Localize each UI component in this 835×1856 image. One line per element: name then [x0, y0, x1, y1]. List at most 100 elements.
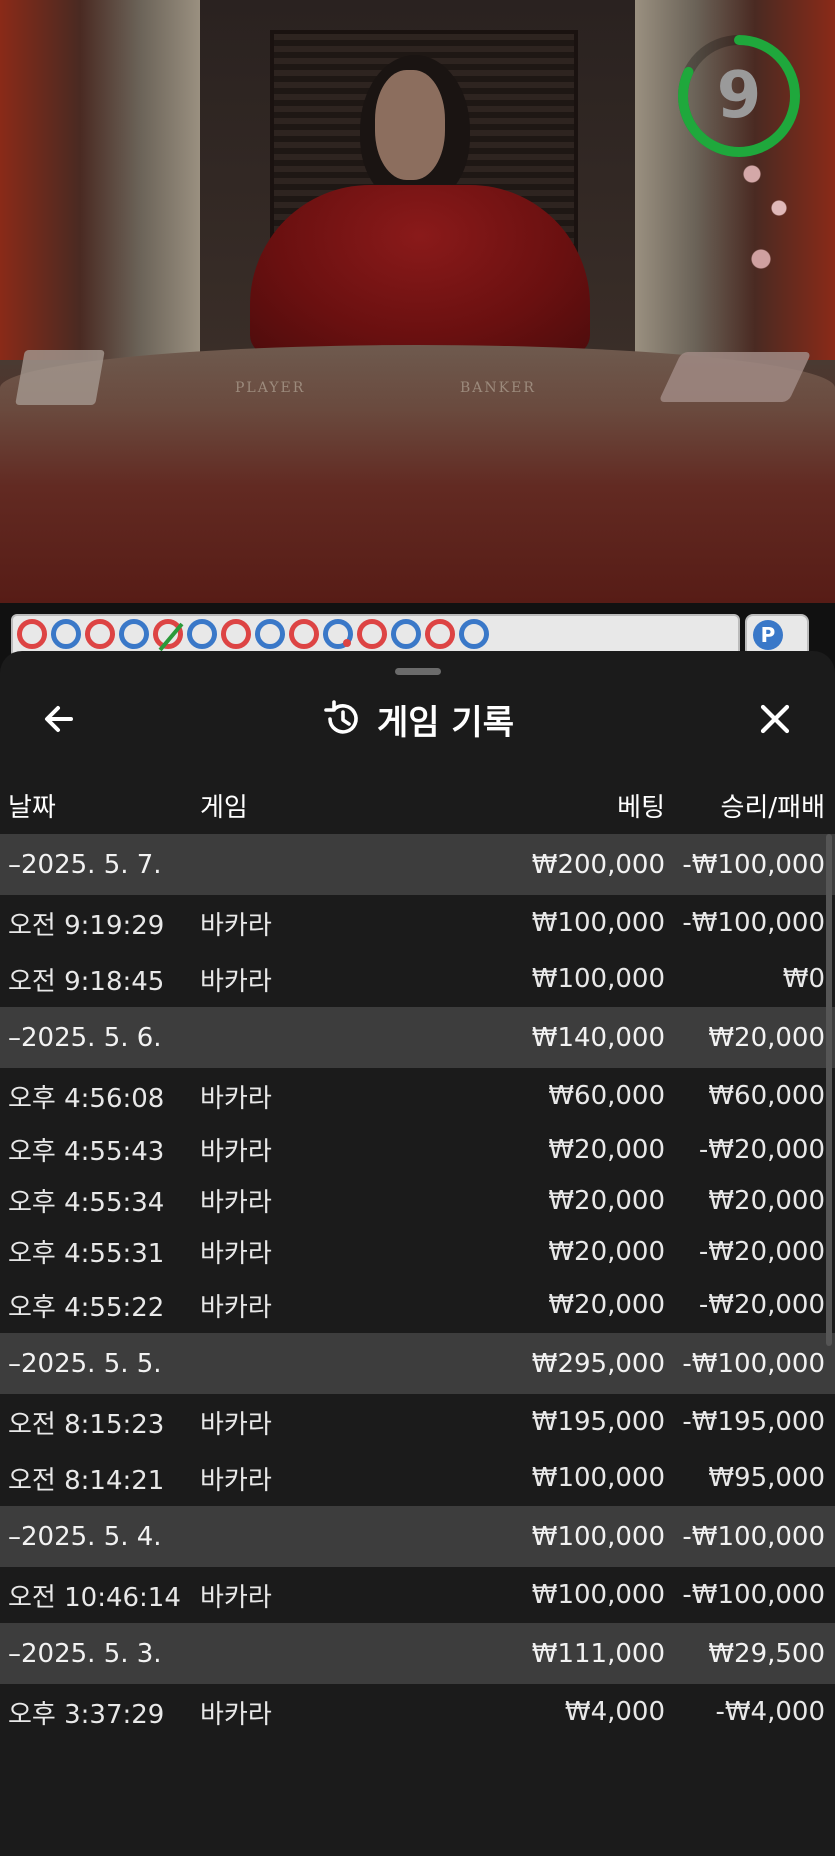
game-name: 바카라: [200, 1188, 272, 1218]
game-bet: ₩4,000: [564, 1697, 665, 1727]
dealer-face: [375, 70, 445, 180]
game-row[interactable]: 오전 8:14:21 바카라 ₩100,000 ₩95,000: [0, 1450, 835, 1506]
game-name: 바카라: [200, 1465, 272, 1496]
game-row[interactable]: 오후 4:55:22 바카라 ₩20,000 -₩20,000: [0, 1277, 835, 1333]
banker-bead: [255, 619, 285, 649]
game-win-loss: -₩100,000: [682, 908, 825, 938]
group-win-loss-total: -₩100,000: [682, 849, 825, 880]
game-name: 바카라: [200, 1083, 272, 1114]
live-video: PLAYER BANKER 9: [0, 0, 835, 603]
group-bet-total: ₩200,000: [531, 849, 665, 880]
game-win-loss: -₩195,000: [682, 1407, 825, 1437]
game-win-loss: -₩20,000: [698, 1290, 825, 1320]
group-bet-total: ₩295,000: [531, 1348, 665, 1379]
roadmap-icon: P: [753, 620, 783, 650]
game-row[interactable]: 오후 4:55:43 바카라 ₩20,000 -₩20,000: [0, 1124, 835, 1175]
scrollbar[interactable]: [826, 834, 832, 1346]
game-bet: ₩100,000: [531, 908, 665, 938]
close-button[interactable]: [752, 696, 798, 742]
group-win-loss-total: ₩20,000: [708, 1022, 825, 1053]
timer-value: 9: [716, 59, 762, 133]
dealer: [250, 185, 590, 355]
discard-tray: [658, 352, 812, 402]
studio-wall-left: [0, 0, 200, 360]
game-row[interactable]: 오후 4:55:31 바카라 ₩20,000 -₩20,000: [0, 1226, 835, 1277]
date-group-row[interactable]: –2025. 5. 3. ₩111,000 ₩29,500: [0, 1623, 835, 1684]
countdown-timer: 9: [675, 32, 803, 160]
game-time: 오전 9:18:45: [8, 966, 165, 997]
history-list[interactable]: –2025. 5. 7. ₩200,000 -₩100,000 오전 9:19:29 바…: [0, 834, 835, 1740]
game-row[interactable]: 오전 9:19:29 바카라 ₩100,000 -₩100,000: [0, 895, 835, 951]
game-time: 오후 4:55:34: [8, 1188, 165, 1218]
game-time: 오전 9:19:29: [8, 910, 165, 941]
game-row[interactable]: 오전 9:18:45 바카라 ₩100,000 ₩0: [0, 951, 835, 1007]
banker-bead: [51, 619, 81, 649]
group-date: –2025. 5. 4.: [8, 1521, 162, 1552]
player-bead: [425, 619, 455, 649]
column-header-bet: 베팅: [617, 792, 665, 823]
game-name: 바카라: [200, 1699, 272, 1730]
close-icon: [760, 704, 790, 734]
date-group-row[interactable]: –2025. 5. 6. ₩140,000 ₩20,000: [0, 1007, 835, 1068]
game-time: 오후 4:55:22: [8, 1292, 165, 1323]
group-date: –2025. 5. 6.: [8, 1022, 162, 1053]
date-group-row[interactable]: –2025. 5. 5. ₩295,000 -₩100,000: [0, 1333, 835, 1394]
game-time: 오후 4:56:08: [8, 1083, 165, 1114]
table-label-banker: BANKER: [460, 380, 536, 396]
game-time: 오후 4:55:43: [8, 1137, 165, 1167]
table-label-player: PLAYER: [235, 380, 306, 396]
game-row[interactable]: 오후 4:55:34 바카라 ₩20,000 ₩20,000: [0, 1175, 835, 1226]
table-header: 날짜 게임 베팅 승리/패배: [0, 781, 835, 829]
group-win-loss-total: -₩100,000: [682, 1521, 825, 1552]
game-bet: ₩20,000: [548, 1134, 665, 1165]
list-fade-overlay: [0, 1726, 835, 1856]
banker-bead: [323, 619, 353, 649]
player-bead: [17, 619, 47, 649]
player-bead: [85, 619, 115, 649]
game-row[interactable]: 오후 3:37:29 바카라 ₩4,000 -₩4,000: [0, 1684, 835, 1740]
date-group-row[interactable]: –2025. 5. 4. ₩100,000 -₩100,000: [0, 1506, 835, 1567]
game-win-loss: ₩20,000: [708, 1185, 825, 1216]
banker-bead: [459, 619, 489, 649]
sheet-drag-handle[interactable]: [395, 668, 441, 675]
banker-bead: [187, 619, 217, 649]
game-row[interactable]: 오전 8:15:23 바카라 ₩195,000 -₩195,000: [0, 1394, 835, 1450]
group-bet-total: ₩111,000: [531, 1638, 665, 1669]
card-shoe: [15, 350, 105, 405]
game-win-loss: ₩95,000: [708, 1463, 825, 1493]
sheet-title-group: 게임 기록: [0, 689, 835, 749]
group-date: –2025. 5. 7.: [8, 849, 162, 880]
game-win-loss: ₩0: [782, 964, 825, 994]
history-icon: [324, 700, 358, 734]
sheet-title: 게임 기록: [377, 702, 514, 743]
group-win-loss-total: ₩29,500: [708, 1638, 825, 1669]
banker-bead: [119, 619, 149, 649]
game-time: 오후 3:37:29: [8, 1699, 165, 1730]
game-bet: ₩100,000: [531, 964, 665, 994]
game-time: 오전 8:15:23: [8, 1409, 165, 1440]
game-name: 바카라: [200, 1137, 272, 1167]
game-bet: ₩60,000: [548, 1081, 665, 1111]
tie-bead: [153, 619, 183, 649]
game-win-loss: -₩100,000: [682, 1580, 825, 1610]
game-bet: ₩195,000: [531, 1407, 665, 1437]
game-name: 바카라: [200, 1582, 272, 1613]
game-name: 바카라: [200, 910, 272, 941]
date-group-row[interactable]: –2025. 5. 7. ₩200,000 -₩100,000: [0, 834, 835, 895]
game-row[interactable]: 오전 10:46:14 바카라 ₩100,000 -₩100,000: [0, 1567, 835, 1623]
game-win-loss: -₩4,000: [715, 1697, 825, 1727]
game-bet: ₩20,000: [548, 1290, 665, 1320]
blossom-decoration: [725, 140, 815, 310]
game-bet: ₩100,000: [531, 1580, 665, 1610]
game-win-loss: ₩60,000: [708, 1081, 825, 1111]
game-time: 오전 10:46:14: [8, 1582, 181, 1613]
group-win-loss-total: -₩100,000: [682, 1348, 825, 1379]
game-time: 오후 4:55:31: [8, 1239, 165, 1269]
game-name: 바카라: [200, 966, 272, 997]
game-name: 바카라: [200, 1239, 272, 1269]
banker-bead: [391, 619, 421, 649]
game-row[interactable]: 오후 4:56:08 바카라 ₩60,000 ₩60,000: [0, 1068, 835, 1124]
game-bet: ₩20,000: [548, 1236, 665, 1267]
player-bead: [289, 619, 319, 649]
sheet-header: 게임 기록: [0, 689, 835, 749]
